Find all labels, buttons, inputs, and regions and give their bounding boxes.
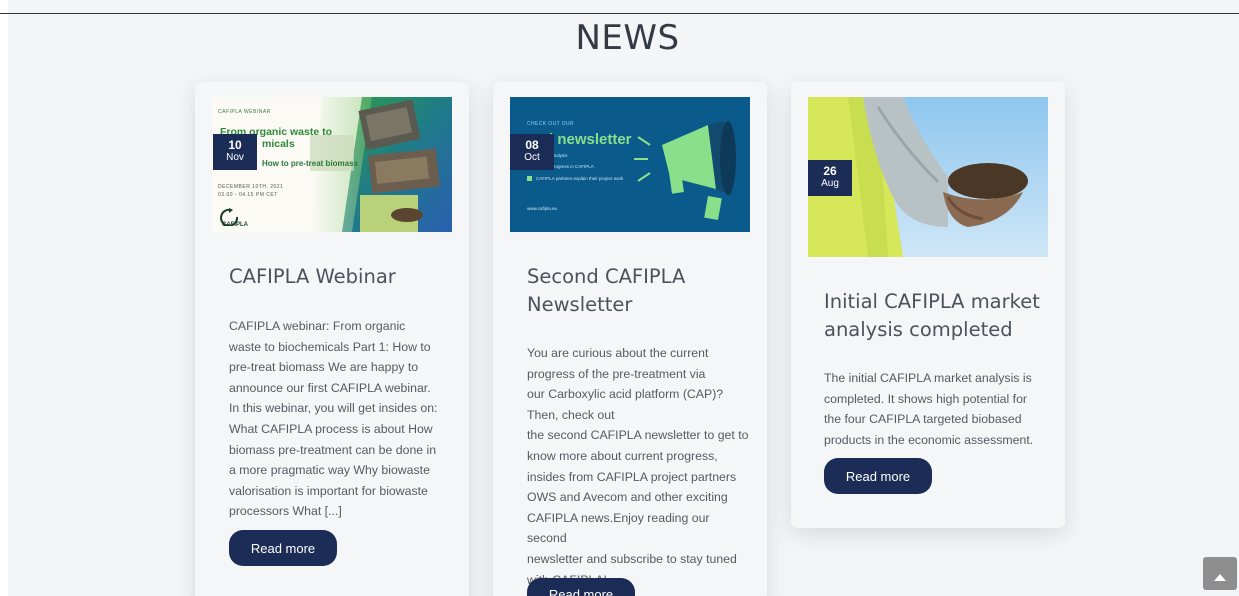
excerpt-line: our Carboxylic acid platform (CAP)?: [527, 387, 724, 402]
newsletter-footer: www.cafipla.eu: [527, 206, 558, 211]
date-day: 10: [228, 138, 242, 152]
excerpt-line: newsletter and subscribe to stay tuned: [527, 551, 737, 566]
top-divider: [0, 13, 1239, 14]
date-day: 08: [525, 138, 539, 152]
webinar-logo-text: CAFIPLA: [222, 222, 248, 228]
megaphone-icon: [634, 121, 736, 221]
date-badge: 26 Aug: [808, 160, 852, 196]
date-month: Nov: [226, 152, 244, 163]
newsletter-kicker: CHECK OUT OUR: [527, 121, 575, 127]
post-title[interactable]: Initial CAFIPLA market analysis complete…: [824, 288, 1049, 344]
post-title[interactable]: CAFIPLA Webinar: [229, 263, 459, 291]
post-excerpt: The initial CAFIPLA market analysis is c…: [824, 371, 1034, 447]
excerpt-line: CAFIPLA news.Enjoy reading our second: [527, 510, 710, 546]
read-more-button[interactable]: Read more: [229, 530, 337, 566]
news-card-market-analysis: 26 Aug Initial CAFIPLA market analysis c…: [791, 82, 1065, 528]
newsletter-heading: d newsletter: [544, 131, 632, 148]
post-excerpt: CAFIPLA webinar: From organic waste to b…: [229, 319, 438, 519]
excerpt-line: You are curious about the current: [527, 346, 709, 360]
webinar-heading-2: micals: [262, 138, 295, 150]
excerpt-line: OWS and Avecom and other exciting: [527, 490, 728, 505]
date-day: 26: [823, 164, 837, 178]
news-card-webinar: CAFIPLA WEBINAR From organic waste to mi…: [195, 82, 469, 596]
news-card-newsletter: CHECK OUT OUR d newsletter ket analysis …: [493, 82, 767, 596]
scroll-to-top-button[interactable]: [1203, 557, 1237, 590]
news-page: NEWS CAFIPLA WEBINAR From organic waste …: [8, 0, 1239, 596]
excerpt-line: know more about current progress,: [527, 448, 718, 463]
date-badge: 08 Oct: [510, 134, 554, 170]
webinar-label: CAFIPLA WEBINAR: [218, 109, 271, 115]
read-more-button[interactable]: Read more: [527, 578, 635, 596]
read-more-button[interactable]: Read more: [824, 458, 932, 494]
webinar-date-line-2: 03.00 - 04.15 PM CET: [218, 192, 278, 198]
chevron-up-icon: [1214, 570, 1226, 581]
post-excerpt: You are curious about the current progre…: [527, 343, 752, 590]
section-title: NEWS: [575, 18, 680, 58]
date-month: Aug: [821, 178, 839, 189]
webinar-date-line-1: DECEMBER 10TH, 2021: [218, 184, 284, 190]
webinar-subheading: How to pre-treat biomass: [262, 159, 359, 168]
excerpt-line: insides from CAFIPLA project partners: [527, 469, 737, 484]
date-badge: 10 Nov: [213, 134, 257, 170]
date-month: Oct: [524, 152, 540, 163]
post-title[interactable]: Second CAFIPLA Newsletter: [527, 263, 702, 319]
excerpt-line: the second CAFIPLA newsletter to get to: [527, 428, 749, 443]
newsletter-line-3: CAFIPLA partners explain their project w…: [536, 176, 624, 181]
excerpt-line: progress of the pre-treatment via: [527, 366, 706, 381]
excerpt-line: Then, check out: [527, 407, 615, 422]
